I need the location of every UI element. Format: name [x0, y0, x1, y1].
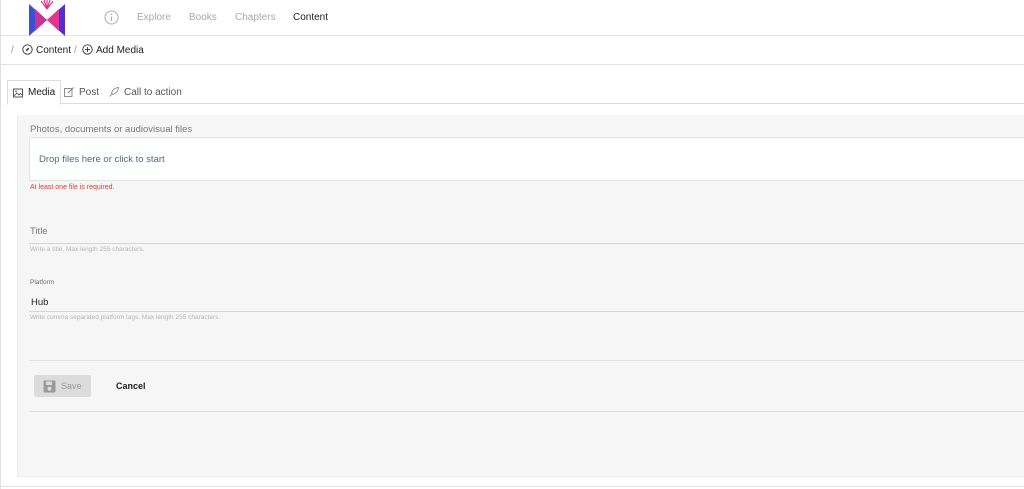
platform-label: Platform — [30, 279, 55, 286]
breadcrumb-content[interactable]: Content — [36, 45, 71, 56]
platform-input-underline — [29, 311, 1024, 312]
tab-media-label: Media — [28, 87, 56, 98]
tab-bar: Media Post Call to action — [7, 80, 1024, 105]
nav-content[interactable]: Content — [293, 12, 328, 23]
image-icon — [13, 88, 23, 97]
save-button-label: Save — [61, 381, 82, 391]
edit-icon — [64, 87, 74, 97]
title-input-underline — [29, 243, 1024, 244]
breadcrumb-add-media: Add Media — [96, 45, 144, 56]
nav-chapters[interactable]: Chapters — [235, 12, 276, 23]
actions-divider — [29, 411, 1024, 412]
breadcrumb-separator: / — [74, 45, 77, 56]
tab-media[interactable]: Media — [7, 80, 62, 105]
top-navbar: Explore Books Chapters Content — [1, 0, 1024, 36]
app-logo[interactable] — [27, 0, 67, 36]
file-dropzone[interactable]: Drop files here or click to start — [29, 137, 1024, 181]
files-error-message: At least one file is required. — [30, 184, 115, 191]
platform-help-text: Write comma separated platform tags. Max… — [30, 314, 221, 321]
plus-circle-icon — [82, 44, 93, 55]
breadcrumb: / Content / Add Media — [1, 37, 1024, 65]
nav-explore[interactable]: Explore — [137, 12, 171, 23]
form-divider — [29, 360, 1024, 361]
breadcrumb-separator: / — [11, 45, 14, 56]
files-label: Photos, documents or audiovisual files — [30, 124, 193, 135]
cancel-button[interactable]: Cancel — [116, 381, 146, 391]
tab-post[interactable]: Post — [59, 80, 104, 104]
tab-call-to-action[interactable]: Call to action — [104, 80, 187, 104]
platform-input[interactable]: Hub — [31, 297, 48, 308]
page: Explore Books Chapters Content / Content… — [0, 0, 1024, 489]
media-form-panel: Photos, documents or audiovisual files D… — [17, 115, 1024, 477]
floppy-disk-icon — [43, 380, 56, 392]
save-button[interactable]: Save — [34, 375, 91, 397]
tab-post-label: Post — [79, 86, 100, 98]
compass-icon — [22, 44, 33, 55]
nav-books[interactable]: Books — [189, 12, 217, 23]
rocket-icon — [109, 87, 119, 97]
info-icon[interactable] — [104, 10, 119, 25]
title-help-text: Write a title. Max length 255 characters… — [30, 246, 145, 253]
dropzone-text: Drop files here or click to start — [39, 154, 165, 165]
page-bottom-border — [1, 486, 1024, 487]
tab-call-to-action-label: Call to action — [124, 86, 182, 98]
title-input[interactable]: Title — [30, 226, 48, 237]
